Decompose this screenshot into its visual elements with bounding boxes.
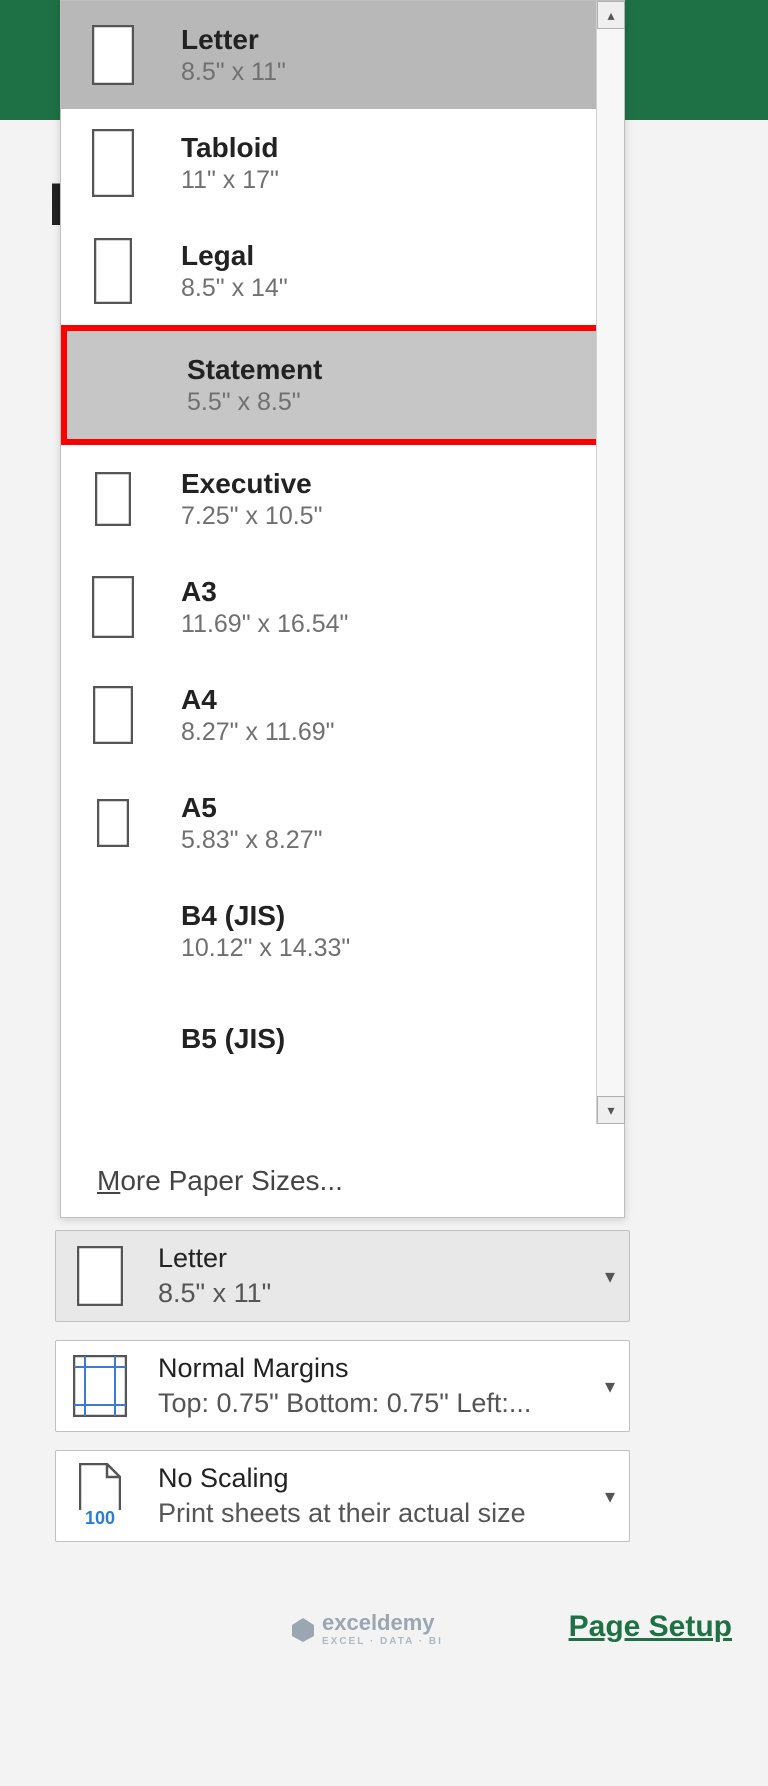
page-icon — [85, 675, 141, 755]
paper-size-dimensions: 8.27" x 11.69" — [181, 718, 335, 747]
margins-sub: Top: 0.75" Bottom: 0.75" Left:... — [158, 1388, 597, 1419]
scaling-sub: Print sheets at their actual size — [158, 1498, 597, 1529]
paper-size-sub: 8.5" x 11" — [158, 1278, 597, 1309]
page-icon — [85, 999, 141, 1079]
paper-size-dimensions: 7.25" x 10.5" — [181, 502, 322, 531]
scaling-icon: 100 — [70, 1463, 130, 1529]
page-icon — [85, 123, 141, 203]
paper-size-option-executive[interactable]: Executive7.25" x 10.5" — [61, 445, 624, 553]
page-icon — [85, 567, 141, 647]
paper-size-option-statement[interactable]: Statement5.5" x 8.5" — [61, 325, 624, 445]
paper-size-option-legal[interactable]: Legal8.5" x 14" — [61, 217, 624, 325]
paper-size-dimensions: 11.69" x 16.54" — [181, 610, 348, 639]
paper-size-option-b5-jis-[interactable]: B5 (JIS) — [61, 985, 624, 1093]
paper-size-selector[interactable]: Letter 8.5" x 11" ▾ — [55, 1230, 630, 1322]
page-icon — [85, 459, 141, 539]
watermark-brand: exceldemy — [322, 1610, 435, 1635]
more-paper-sizes-accelerator: M — [97, 1165, 120, 1196]
paper-size-name: Tabloid — [181, 132, 279, 164]
scaling-selector[interactable]: 100 No Scaling Print sheets at their act… — [55, 1450, 630, 1542]
page-icon — [85, 15, 141, 95]
scaling-number: 100 — [85, 1508, 115, 1529]
paper-size-name: B5 (JIS) — [181, 1023, 285, 1055]
page-icon — [70, 1243, 130, 1309]
paper-size-dimensions: 11" x 17" — [181, 166, 279, 195]
paper-size-name: A5 — [181, 792, 322, 824]
paper-size-name: Statement — [187, 354, 322, 386]
page-icon — [85, 783, 141, 863]
scroll-up-button[interactable]: ▴ — [597, 1, 625, 29]
page-icon — [91, 345, 147, 425]
margins-selector[interactable]: Normal Margins Top: 0.75" Bottom: 0.75" … — [55, 1340, 630, 1432]
paper-size-option-b4-jis-[interactable]: B4 (JIS)10.12" x 14.33" — [61, 877, 624, 985]
watermark-tag: EXCEL · DATA · BI — [322, 1636, 443, 1647]
paper-size-name: Letter — [181, 24, 286, 56]
chevron-down-icon: ▾ — [605, 1374, 615, 1399]
more-paper-sizes-label: ore Paper Sizes... — [120, 1165, 343, 1196]
paper-size-name: A4 — [181, 684, 335, 716]
paper-size-title: Letter — [158, 1243, 597, 1274]
page-setup-link[interactable]: Page Setup — [569, 1610, 732, 1644]
chevron-down-icon: ▾ — [605, 1484, 615, 1509]
logo-icon — [290, 1616, 316, 1642]
paper-size-option-tabloid[interactable]: Tabloid11" x 17" — [61, 109, 624, 217]
margins-icon — [70, 1353, 130, 1419]
more-paper-sizes-link[interactable]: More Paper Sizes... — [61, 1145, 624, 1217]
page-icon — [85, 231, 141, 311]
paper-size-option-a4[interactable]: A48.27" x 11.69" — [61, 661, 624, 769]
scaling-title: No Scaling — [158, 1463, 597, 1494]
paper-size-dimensions: 8.5" x 11" — [181, 58, 286, 87]
scroll-down-button[interactable]: ▾ — [597, 1096, 625, 1124]
chevron-down-icon: ▾ — [605, 1264, 615, 1289]
paper-size-dimensions: 5.5" x 8.5" — [187, 388, 322, 417]
watermark: exceldemy EXCEL · DATA · BI — [290, 1610, 443, 1647]
paper-size-dimensions: 8.5" x 14" — [181, 274, 288, 303]
paper-size-option-letter[interactable]: Letter8.5" x 11" — [61, 1, 624, 109]
scrollbar[interactable]: ▴ ▾ — [596, 1, 624, 1124]
paper-size-name: Legal — [181, 240, 288, 272]
paper-size-name: A3 — [181, 576, 348, 608]
paper-size-dimensions: 10.12" x 14.33" — [181, 934, 350, 963]
page-icon — [85, 891, 141, 971]
paper-size-name: B4 (JIS) — [181, 900, 350, 932]
print-settings-stack: Letter 8.5" x 11" ▾ Normal Margins Top: … — [55, 1230, 630, 1542]
paper-size-dimensions: 5.83" x 8.27" — [181, 826, 322, 855]
paper-size-option-a3[interactable]: A311.69" x 16.54" — [61, 553, 624, 661]
paper-size-option-a5[interactable]: A55.83" x 8.27" — [61, 769, 624, 877]
paper-size-dropdown: Letter8.5" x 11"Tabloid11" x 17"Legal8.5… — [60, 0, 625, 1218]
paper-size-list: Letter8.5" x 11"Tabloid11" x 17"Legal8.5… — [61, 1, 624, 1145]
margins-title: Normal Margins — [158, 1353, 597, 1384]
paper-size-name: Executive — [181, 468, 322, 500]
